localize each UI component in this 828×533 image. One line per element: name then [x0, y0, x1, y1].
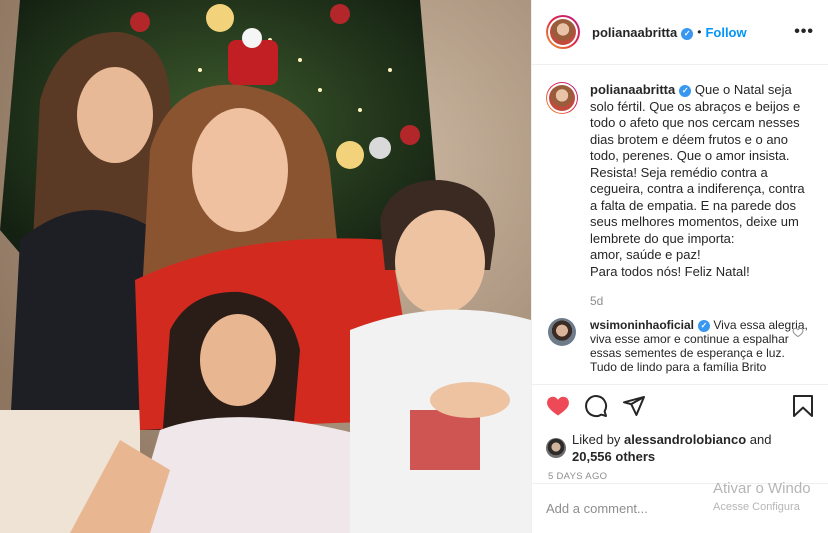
add-comment-input[interactable]: [546, 501, 766, 516]
share-icon[interactable]: [622, 394, 646, 418]
commenter-avatar[interactable]: [548, 318, 576, 346]
more-icon[interactable]: •••: [794, 23, 814, 41]
verified-icon: ✓: [698, 320, 711, 332]
heart-small-icon[interactable]: [792, 326, 804, 338]
liker-username[interactable]: alessandrolobianco: [624, 432, 746, 447]
author-avatar[interactable]: [546, 15, 580, 49]
caption-line: Para todos nós! Feliz Natal!: [590, 263, 750, 279]
caption-username[interactable]: polianaabritta: [590, 82, 675, 97]
likes-summary: Liked by alessandrolobianco and 20,556 o…: [546, 431, 814, 465]
caption: polianaabritta ✓ Que o Natal seja solo fé…: [546, 82, 814, 280]
verified-icon: ✓: [681, 27, 694, 40]
post-actions: Liked by alessandrolobianco and 20,556 o…: [532, 384, 828, 484]
commenter-username[interactable]: wsimoninhaoficial: [590, 318, 694, 332]
author-username[interactable]: polianaabritta ✓: [592, 25, 694, 40]
likes-prefix: Liked by: [572, 432, 621, 447]
post-timestamp[interactable]: 5 DAYS AGO: [548, 471, 814, 482]
verified-icon: ✓: [679, 85, 692, 97]
caption-avatar[interactable]: [546, 82, 578, 114]
separator-dot: •: [697, 25, 702, 39]
post-header: polianaabritta ✓ • Follow •••: [532, 0, 828, 65]
post-photo[interactable]: [0, 0, 531, 533]
comments-section[interactable]: polianaabritta ✓ Que o Natal seja solo fé…: [532, 66, 828, 384]
bookmark-icon[interactable]: [792, 394, 814, 418]
liker-avatar[interactable]: [546, 438, 566, 458]
likes-count[interactable]: 20,556 others: [572, 449, 655, 464]
likes-mid: and: [749, 432, 772, 447]
caption-time[interactable]: 5d: [590, 294, 814, 308]
family-christmas-photo: [0, 0, 531, 533]
heart-icon[interactable]: [546, 394, 570, 418]
post-side-panel: polianaabritta ✓ • Follow ••• polianaabri…: [531, 0, 828, 533]
follow-button[interactable]: Follow: [705, 25, 746, 40]
caption-line: amor, saúde e paz!: [590, 247, 701, 262]
caption-text: Que o Natal seja solo fértil. Que os abr…: [590, 82, 805, 246]
comment-icon[interactable]: [584, 394, 608, 418]
add-comment-bar: [532, 483, 828, 533]
comment-item: wsimoninhaoficial ✓ Viva essa alegria, vi…: [546, 318, 814, 374]
